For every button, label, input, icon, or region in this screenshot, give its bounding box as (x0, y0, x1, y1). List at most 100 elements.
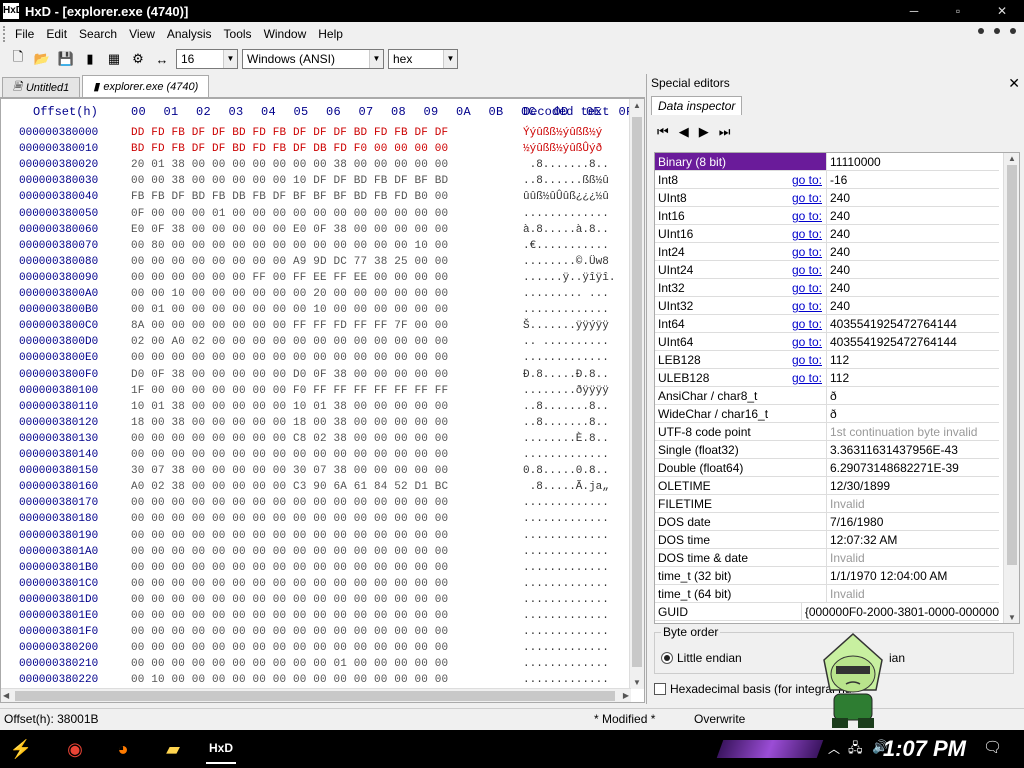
inspector-row[interactable]: Int8 go to: -16 (655, 171, 999, 189)
inspector-row[interactable]: Int32 go to: 240 (655, 279, 999, 297)
next-icon[interactable]: ▶ (699, 124, 709, 140)
hex-row[interactable]: 0000003801A0 00 00 00 00 00 00 00 00 00 0… (1, 546, 629, 562)
scroll-thumb[interactable] (632, 117, 642, 667)
goto-link[interactable]: go to: (792, 297, 822, 315)
row-decoded[interactable]: ............. (523, 530, 609, 542)
inspector-row[interactable]: time_t (64 bit) Invalid (655, 585, 999, 603)
menu-edit[interactable]: Edit (40, 27, 73, 41)
inspector-row[interactable]: DOS date 7/16/1980 (655, 513, 999, 531)
tab-data-inspector[interactable]: Data inspector (651, 96, 743, 115)
inspector-scrollbar[interactable]: ▲ ▼ (1003, 153, 1019, 623)
inspector-value[interactable]: {000000F0-2000-3801-0000-000000 (802, 603, 999, 620)
inspector-value[interactable]: 240 (827, 243, 850, 260)
hex-row[interactable]: 000000380190 00 00 00 00 00 00 00 00 00 0… (1, 530, 629, 546)
little-endian-radio[interactable]: Little endian (661, 651, 742, 665)
goto-link[interactable]: go to: (792, 369, 822, 387)
hex-row[interactable]: 0000003801B0 00 00 00 00 00 00 00 00 00 0… (1, 562, 629, 578)
hex-row[interactable]: 000000380100 1F 00 00 00 00 00 00 00 F0 F… (1, 385, 629, 401)
inspector-row[interactable]: UInt8 go to: 240 (655, 189, 999, 207)
hex-row[interactable]: 000000380200 00 00 00 00 00 00 00 00 00 0… (1, 642, 629, 658)
scroll-thumb[interactable] (15, 691, 615, 701)
menu-help[interactable]: Help (312, 27, 349, 41)
menu-analysis[interactable]: Analysis (161, 27, 218, 41)
inspector-value[interactable]: 112 (827, 369, 849, 386)
inspector-value[interactable]: 1/1/1970 12:04:00 AM (827, 567, 947, 584)
row-decoded[interactable]: ............. (523, 562, 609, 574)
row-bytes[interactable]: 00 10 00 00 00 00 00 00 00 00 00 00 00 0… (131, 674, 448, 686)
scroll-up-icon[interactable]: ▲ (633, 101, 641, 110)
menu-file[interactable]: File (9, 27, 40, 41)
scroll-left-icon[interactable]: ◀ (3, 691, 9, 700)
tray-chevron-icon[interactable]: ︿ (828, 740, 840, 757)
inspector-value[interactable]: 12:07:32 AM (827, 531, 897, 548)
previous-icon[interactable]: ◀ (679, 124, 689, 140)
inspector-value[interactable]: 112 (827, 351, 849, 368)
start-icon[interactable]: ⚡ (6, 734, 36, 764)
inspector-value[interactable]: Invalid (827, 549, 865, 566)
close-button[interactable]: ✕ (980, 0, 1024, 22)
inspector-value[interactable]: 6.29073148682271E-39 (827, 459, 959, 476)
status-mode[interactable]: Overwrite (694, 712, 745, 726)
inspector-value[interactable]: 240 (827, 225, 850, 242)
network-icon[interactable]: 🖧 (848, 739, 863, 761)
mdi-window-controls[interactable] (978, 28, 1016, 34)
offset-base-select[interactable]: hex ▼ (388, 49, 458, 69)
hxd-app-icon[interactable]: HxD (3, 3, 23, 19)
menu-search[interactable]: Search (73, 27, 123, 41)
inspector-row[interactable]: OLETIME 12/30/1899 (655, 477, 999, 495)
row-decoded[interactable]: ............. (523, 626, 609, 638)
menu-window[interactable]: Window (258, 27, 313, 41)
inspector-value[interactable]: Invalid (827, 585, 865, 602)
inspector-value[interactable]: 240 (827, 189, 850, 206)
hex-row[interactable]: 0000003800D0 02 00 A0 02 00 00 00 00 00 0… (1, 336, 629, 352)
inspector-value[interactable]: Invalid (827, 495, 865, 512)
close-icon[interactable]: ✕ (1008, 75, 1020, 92)
row-decoded[interactable]: Ð.8.....Ð.8.. (523, 369, 609, 381)
chrome-icon[interactable]: ◉ (60, 734, 90, 764)
inspector-row[interactable]: UInt64 go to: 4035541925472764144 (655, 333, 999, 351)
inspector-row[interactable]: WideChar / char16_t ð (655, 405, 999, 423)
scroll-thumb[interactable] (1007, 165, 1017, 565)
vertical-scrollbar[interactable]: ▲ ▼ (629, 99, 644, 689)
inspector-row[interactable]: Int16 go to: 240 (655, 207, 999, 225)
row-decoded[interactable]: .€........... (523, 240, 609, 252)
inspector-row[interactable]: DOS time & date Invalid (655, 549, 999, 567)
hex-row[interactable]: 000000380050 0F 00 00 00 01 00 00 00 00 0… (1, 208, 629, 224)
row-decoded[interactable]: ........ðÿÿÿÿ (523, 385, 609, 397)
hex-row[interactable]: 000000380020 20 01 38 00 00 00 00 00 00 0… (1, 159, 629, 175)
row-decoded[interactable]: Š.......ÿÿýÿÿ (523, 320, 609, 332)
inspector-value[interactable]: 240 (827, 207, 850, 224)
row-bytes[interactable]: 00 00 00 00 00 00 00 00 00 00 00 00 00 0… (131, 610, 448, 622)
goto-link[interactable]: go to: (792, 351, 822, 369)
inspector-value[interactable]: 3.36311631437956E-43 (827, 441, 958, 458)
hex-row[interactable]: 000000380030 00 00 38 00 00 00 00 00 10 D… (1, 175, 629, 191)
row-bytes[interactable]: 00 00 00 00 00 00 00 00 00 00 00 00 00 0… (131, 562, 448, 574)
row-decoded[interactable]: .8.....Ã.ja„ (523, 481, 609, 493)
row-bytes[interactable]: 00 01 00 00 00 00 00 00 00 10 00 00 00 0… (131, 304, 448, 316)
disk-icon[interactable]: ▮ (80, 49, 100, 69)
row-bytes[interactable]: 00 00 00 00 00 00 FF 00 FF EE FF EE 00 0… (131, 272, 448, 284)
hex-row[interactable]: 0000003800C0 8A 00 00 00 00 00 00 00 FF F… (1, 320, 629, 336)
row-bytes[interactable]: 00 00 38 00 00 00 00 00 10 DF DF BD FB D… (131, 175, 448, 187)
hex-row[interactable]: 000000380120 18 00 38 00 00 00 00 00 18 0… (1, 417, 629, 433)
hex-row[interactable]: 000000380080 00 00 00 00 00 00 00 00 A9 9… (1, 256, 629, 272)
row-bytes[interactable]: 30 07 38 00 00 00 00 00 30 07 38 00 00 0… (131, 465, 448, 477)
inspector-value[interactable]: 11110000 (827, 153, 881, 170)
row-bytes[interactable]: 00 00 00 00 00 00 00 00 00 00 00 00 00 0… (131, 546, 448, 558)
goto-link[interactable]: go to: (792, 171, 822, 189)
row-decoded[interactable]: ..8......ßß½û (523, 175, 609, 187)
row-decoded[interactable]: .. .......... (523, 336, 609, 348)
row-bytes[interactable]: A0 02 38 00 00 00 00 00 C3 90 6A 61 84 5… (131, 481, 448, 493)
row-bytes[interactable]: FB FB DF BD FB DB FB DF BF BF BF BD FB F… (131, 191, 448, 203)
row-decoded[interactable]: ............. (523, 594, 609, 606)
row-decoded[interactable]: ......... ... (523, 288, 609, 300)
inspector-row[interactable]: Double (float64) 6.29073148682271E-39 (655, 459, 999, 477)
scroll-down-icon[interactable]: ▼ (1008, 613, 1016, 622)
scroll-down-icon[interactable]: ▼ (633, 678, 641, 687)
row-bytes[interactable]: 00 00 00 00 00 00 00 00 00 00 00 00 00 0… (131, 449, 448, 461)
row-bytes[interactable]: 00 00 00 00 00 00 00 00 00 00 00 00 00 0… (131, 497, 448, 509)
row-bytes[interactable]: 8A 00 00 00 00 00 00 00 FF FF FD FF FF 7… (131, 320, 448, 332)
inspector-row[interactable]: DOS time 12:07:32 AM (655, 531, 999, 549)
open-file-icon[interactable]: 📂 (32, 49, 52, 69)
row-bytes[interactable]: BD FD FB DF DF BD FD FB DF DB FD F0 00 0… (131, 143, 448, 155)
